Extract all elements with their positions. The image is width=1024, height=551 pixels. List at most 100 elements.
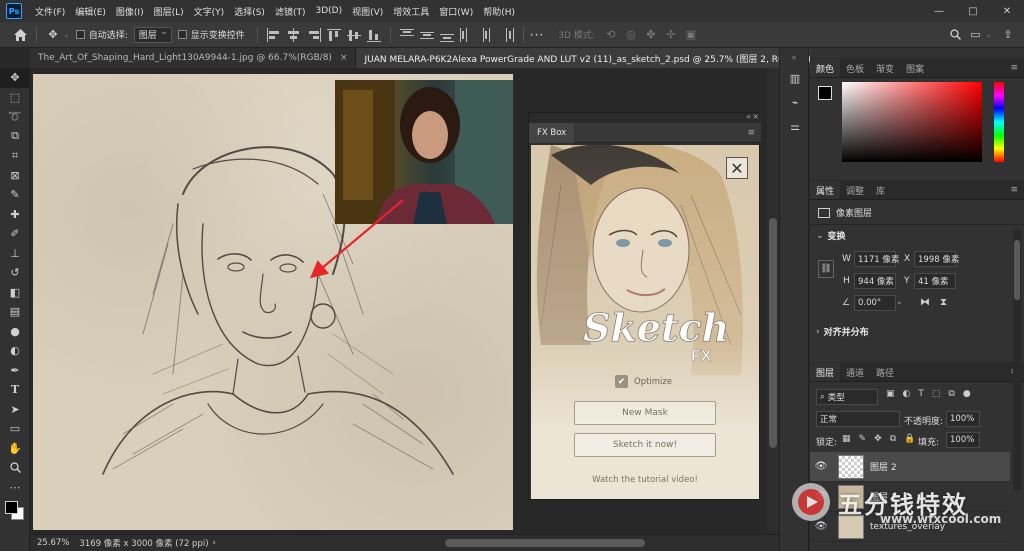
tab-document-2[interactable]: JUAN MELARA-P6K2Alexa PowerGrade AND LUT… <box>356 48 843 68</box>
layer-name[interactable]: 图层 2 <box>870 460 897 473</box>
menu-help[interactable]: 帮助(H) <box>478 5 520 18</box>
object-select-tool-icon[interactable]: ⧉ <box>0 127 30 147</box>
chevron-down-icon[interactable]: ⌄ <box>896 297 903 306</box>
maximize-button[interactable]: □ <box>956 0 990 22</box>
dodge-tool-icon[interactable]: ◐ <box>0 341 30 361</box>
tutorial-link[interactable]: Watch the tutorial video! <box>531 475 759 485</box>
search-icon[interactable] <box>945 25 965 45</box>
menu-plugins[interactable]: 增效工具 <box>388 5 434 18</box>
color-field[interactable] <box>842 82 982 162</box>
scrollbar-thumb[interactable] <box>1014 240 1020 300</box>
distribute-hcenter-icon[interactable] <box>479 27 495 42</box>
align-center-h-icon[interactable] <box>286 27 302 42</box>
transform-section-header[interactable]: ⌄ 变换 <box>816 229 846 243</box>
lock-image-icon[interactable]: ✎ <box>859 434 867 444</box>
menu-type[interactable]: 文字(Y) <box>189 5 230 18</box>
foreground-color-swatch[interactable] <box>818 86 832 100</box>
vertical-scrollbar[interactable] <box>767 68 779 534</box>
3d-slide-icon[interactable]: ✢ <box>661 25 681 45</box>
close-window-button[interactable]: ✕ <box>990 0 1024 22</box>
fxbox-tab[interactable]: FX Box <box>529 122 575 143</box>
tab-color[interactable]: 颜色 <box>810 59 841 77</box>
collapse-icon[interactable]: » <box>780 48 808 66</box>
new-mask-button[interactable]: New Mask <box>574 401 716 425</box>
menu-image[interactable]: 图像(I) <box>111 5 149 18</box>
distribute-left-icon[interactable] <box>459 27 475 42</box>
panel-scrollbar[interactable] <box>1013 230 1021 490</box>
sketch-it-now-button[interactable]: Sketch it now! <box>574 433 716 457</box>
hand-tool-icon[interactable]: ✋ <box>0 439 30 459</box>
tab-paths[interactable]: 路径 <box>870 363 900 381</box>
workspace-icon[interactable]: ▭ <box>965 25 985 45</box>
3d-scale-icon[interactable]: ▣ <box>681 25 701 45</box>
visibility-eye-icon[interactable]: 👁 <box>810 461 832 472</box>
align-right-icon[interactable] <box>306 27 322 42</box>
distribute-vcenter-icon[interactable] <box>419 28 435 42</box>
layer-filter-dropdown[interactable]: ⌕ 类型 <box>816 389 878 405</box>
blur-tool-icon[interactable]: ● <box>0 322 30 342</box>
angle-field[interactable]: 0.00° <box>854 295 896 311</box>
adjustments-panel-icon[interactable]: ⚌ <box>780 114 810 138</box>
brush-tool-icon[interactable]: ✐ <box>0 224 30 244</box>
3d-pan-icon[interactable]: ✤ <box>641 25 661 45</box>
optimize-checkbox[interactable]: ✔ <box>615 375 628 388</box>
lasso-tool-icon[interactable]: ➰ <box>0 107 30 127</box>
lock-position-icon[interactable]: ✥ <box>874 434 882 444</box>
filter-pixel-icon[interactable]: ▣ <box>886 389 895 399</box>
opacity-field[interactable]: 100% <box>946 411 980 427</box>
status-menu-arrow[interactable]: › <box>213 538 216 548</box>
menu-view[interactable]: 视图(V) <box>347 5 388 18</box>
optimize-option[interactable]: ✔ Optimize <box>615 375 672 388</box>
link-icon[interactable]: ⛓ <box>818 260 834 278</box>
distribute-right-icon[interactable] <box>499 27 515 42</box>
brush-settings-panel-icon[interactable]: ⌁ <box>780 90 810 114</box>
align-bottom-icon[interactable] <box>366 28 382 42</box>
y-field[interactable]: 41 像素 <box>914 273 956 289</box>
align-section-header[interactable]: › 对齐并分布 <box>816 325 869 339</box>
filter-adjustment-icon[interactable]: ◐ <box>903 389 911 399</box>
frame-tool-icon[interactable]: ⊠ <box>0 166 30 186</box>
fxbox-close-button[interactable]: ✕ <box>726 157 748 179</box>
crop-tool-icon[interactable]: ⌗ <box>0 146 30 166</box>
show-transform-checkbox[interactable] <box>177 30 187 39</box>
lock-artboard-icon[interactable]: ⧉ <box>890 434 896 444</box>
eraser-tool-icon[interactable]: ◧ <box>0 283 30 303</box>
x-field[interactable]: 1998 像素 <box>914 251 959 267</box>
menu-edit[interactable]: 编辑(E) <box>70 5 111 18</box>
close-icon[interactable]: × <box>340 53 348 63</box>
tab-layers[interactable]: 图层 <box>810 363 841 381</box>
width-field[interactable]: 1171 像素 <box>854 251 899 267</box>
flip-vertical-icon[interactable]: ⧗ <box>940 297 947 308</box>
pen-tool-icon[interactable]: ✒ <box>0 361 30 381</box>
history-panel-icon[interactable]: ▥ <box>780 66 810 90</box>
auto-select-dropdown[interactable]: 图层 <box>133 26 172 43</box>
menu-window[interactable]: 窗口(W) <box>434 5 478 18</box>
menu-filter[interactable]: 滤镜(T) <box>270 5 311 18</box>
menu-file[interactable]: 文件(F) <box>30 5 70 18</box>
home-icon[interactable] <box>10 25 30 45</box>
more-options-button[interactable]: ··· <box>530 28 544 42</box>
filter-shape-icon[interactable]: ⬚ <box>932 389 941 399</box>
marquee-tool-icon[interactable]: ⬚ <box>0 88 30 108</box>
tab-channels[interactable]: 通道 <box>840 363 870 381</box>
filter-type-icon[interactable]: T <box>918 389 924 399</box>
eyedropper-tool-icon[interactable]: ✎ <box>0 185 30 205</box>
distribute-top-icon[interactable] <box>399 28 415 42</box>
flip-horizontal-icon[interactable]: ⧓ <box>920 297 930 308</box>
horizontal-scrollbar-thumb[interactable] <box>445 539 645 547</box>
menu-select[interactable]: 选择(S) <box>229 5 270 18</box>
tab-libraries[interactable]: 库 <box>870 181 891 199</box>
gradient-tool-icon[interactable]: ▤ <box>0 302 30 322</box>
workspace-chevron-icon[interactable]: ⌄ <box>985 30 992 39</box>
zoom-level[interactable]: 25.67% <box>37 538 69 548</box>
type-tool-icon[interactable]: T <box>0 380 30 400</box>
lock-transparent-icon[interactable]: ▦ <box>842 434 851 444</box>
auto-select-checkbox[interactable] <box>75 30 85 39</box>
close-panel-icon[interactable]: × <box>752 112 759 121</box>
scrollbar-thumb[interactable] <box>769 218 777 448</box>
menu-layer[interactable]: 图层(L) <box>149 5 189 18</box>
move-tool-icon[interactable]: ✥ <box>43 25 63 45</box>
foreground-color-swatch[interactable] <box>5 501 18 514</box>
height-field[interactable]: 944 像素 <box>854 273 896 289</box>
fill-field[interactable]: 100% <box>946 432 980 448</box>
